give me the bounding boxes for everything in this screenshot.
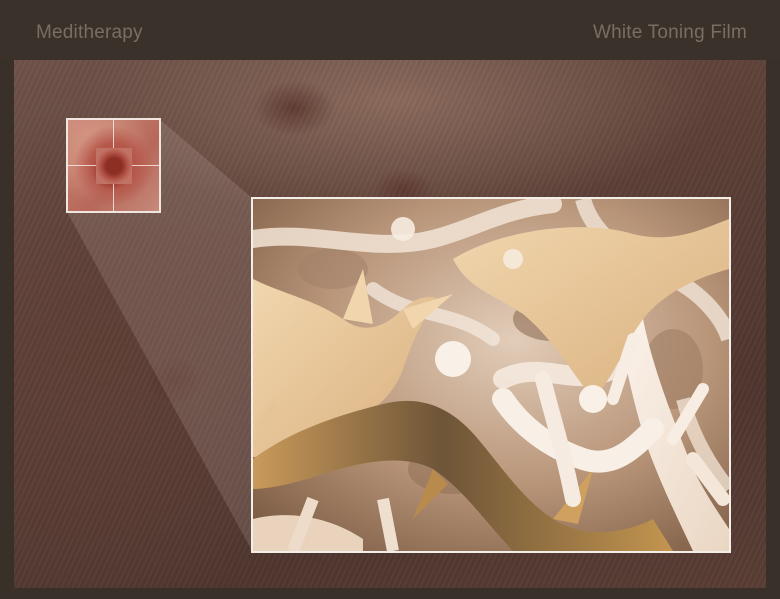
zoom-source-thumbnail	[66, 118, 161, 213]
pore-spot	[96, 148, 132, 184]
brand-name: Meditherapy	[36, 22, 143, 43]
header-bar: Meditherapy White Toning Film	[0, 0, 780, 60]
magnified-structure-image	[251, 197, 731, 553]
product-name: White Toning Film	[592, 22, 747, 43]
